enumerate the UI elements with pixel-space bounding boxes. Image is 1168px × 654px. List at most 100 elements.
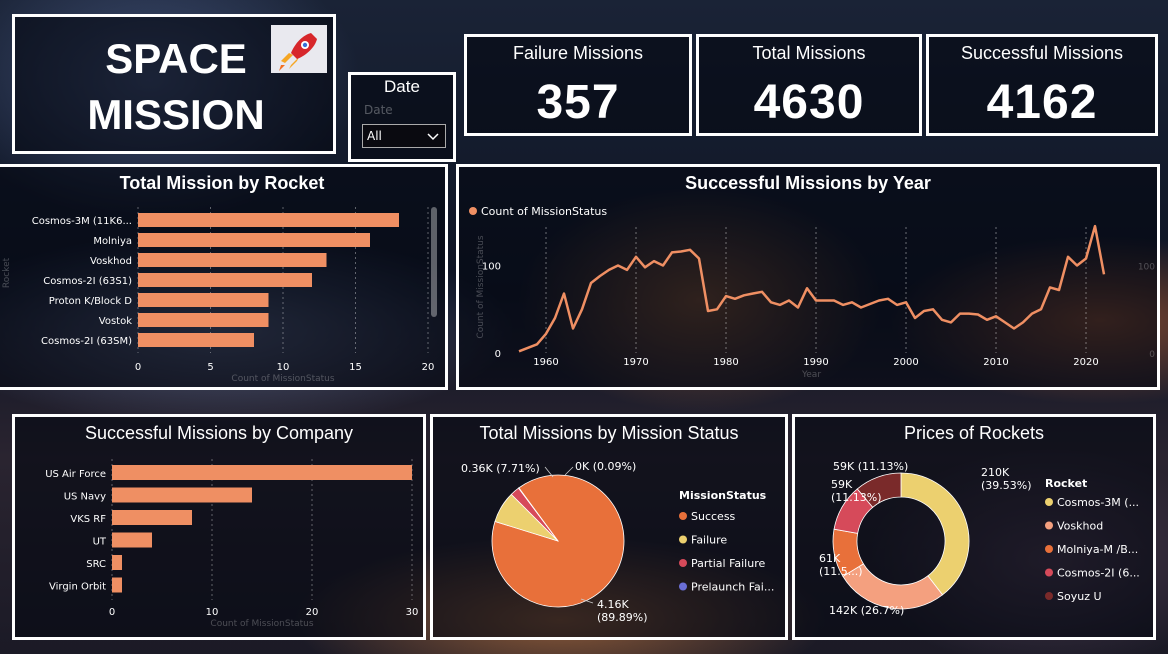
legend-marker xyxy=(679,582,687,591)
x-tick-label: 0 xyxy=(109,607,115,618)
legend-marker xyxy=(1045,498,1053,506)
x-axis-title: Year xyxy=(801,370,821,380)
y-tick-label: Voskhod xyxy=(90,256,132,267)
bar xyxy=(138,293,269,307)
legend-label: Soyuz U xyxy=(1057,590,1102,603)
legend-label: Success xyxy=(691,510,736,523)
bar xyxy=(138,213,399,227)
legend-label: Voskhod xyxy=(1057,520,1103,533)
donut-slice xyxy=(900,472,970,596)
y-axis-title: Count of MissionStatus xyxy=(476,235,486,338)
legend-marker xyxy=(679,559,687,567)
rocket-icon xyxy=(271,25,327,73)
company-bar-chart[interactable]: 0 10 20 30 US Air Force US Navy VKS RF UT SRC Vir… xyxy=(15,417,429,643)
card-title: Total Missions xyxy=(752,43,866,63)
dashboard-title-line2: MISSION xyxy=(87,91,265,138)
slicer-label: Date xyxy=(364,103,393,117)
rocket-bar-chart[interactable]: 0 5 10 15 20 Cosmos-3M (11K6... Molniya Voskhod… xyxy=(0,167,451,393)
y-tick-label: SRC xyxy=(86,559,106,570)
year-line-chart[interactable]: 1960 1970 1980 1990 2000 2010 20200 0100 100Coun… xyxy=(459,167,1163,393)
x-axis-title: Count of MissionStatus xyxy=(210,619,313,629)
y-tick-label: Cosmos-3M (11K6... xyxy=(32,216,132,227)
legend-title: Rocket xyxy=(1045,477,1087,490)
card-value: 4162 xyxy=(986,76,1098,129)
y-tick-label: VKS RF xyxy=(70,514,106,525)
bar xyxy=(138,313,269,327)
legend-label: Partial Failure xyxy=(691,557,765,570)
slicer-title: Date xyxy=(384,77,420,96)
y-tick-label: Molniya xyxy=(93,236,132,247)
x-tick-label: 10 xyxy=(277,362,290,373)
card-value: 4630 xyxy=(753,76,865,129)
card-total-missions: Total Missions 4630 xyxy=(696,34,922,136)
bar xyxy=(138,233,370,247)
card-failure-missions: Failure Missions 357 xyxy=(464,34,692,136)
x-tick-label: 30 xyxy=(406,607,419,618)
legend-marker xyxy=(679,535,687,544)
x-tick-label: 1960 xyxy=(533,357,558,368)
x-tick-label: 1970 xyxy=(623,357,648,368)
card-value: 357 xyxy=(536,76,620,129)
date-slicer: Date Date All xyxy=(348,72,456,162)
y-tick-label: Cosmos-2I (63SM) xyxy=(41,336,132,347)
bar xyxy=(112,510,192,525)
legend-label: Molniya-M /B... xyxy=(1057,543,1138,556)
prices-donut-chart[interactable]: 210K (39.53%)142K (26.7%)61K (11.5...)59K(… xyxy=(795,417,1159,643)
leader-line xyxy=(564,466,574,476)
y-tick-label: Vostok xyxy=(99,316,132,327)
bar xyxy=(112,465,412,480)
legend-marker xyxy=(1045,568,1053,577)
bar xyxy=(112,555,122,570)
bar xyxy=(112,577,122,593)
legend-label: Count of MissionStatus xyxy=(481,205,607,218)
y-tick-label: US Navy xyxy=(64,492,106,503)
x-tick-label: 20 xyxy=(422,362,435,373)
bar xyxy=(138,273,312,287)
legend-marker xyxy=(1045,521,1053,530)
status-pie-chart[interactable]: 0.36K (7.71%) 0K (0.09%) 4.16K (89.89%) Miss… xyxy=(433,417,791,643)
date-dropdown[interactable]: All xyxy=(362,124,446,148)
y-tick-label: Virgin Orbit xyxy=(49,582,106,593)
x-tick-label: 5 xyxy=(207,362,213,373)
x-axis-title: Count of MissionStatus xyxy=(231,374,334,384)
y-tick-label: Proton K/Block D xyxy=(49,296,133,307)
card-successful-missions: Successful Missions 4162 xyxy=(926,34,1158,136)
legend-label: Cosmos-2I (6... xyxy=(1057,567,1140,580)
scrollbar[interactable] xyxy=(431,207,437,317)
chart-prices-panel: Prices of Rockets 210K (39.53%) 142K (26.7… xyxy=(792,414,1156,640)
x-tick-label: 20 xyxy=(306,607,319,618)
series-line xyxy=(518,224,1106,353)
card-title: Successful Missions xyxy=(960,43,1124,63)
chart-company-panel: Successful Missions by Company 0 10 20 30 US… xyxy=(12,414,426,640)
legend-label: Failure xyxy=(691,534,727,547)
legend-label: Prelaunch Fai... xyxy=(691,581,774,594)
chart-year-panel: Successful Missions by Year 1960 1970 1980… xyxy=(456,164,1160,390)
bar xyxy=(138,253,327,267)
legend-marker xyxy=(1045,592,1053,600)
x-tick-label: 2010 xyxy=(983,357,1008,368)
title-panel: SPACE MISSION xyxy=(12,14,336,154)
card-title: Failure Missions xyxy=(512,43,644,63)
data-label: 59K (11.13%) xyxy=(833,460,908,473)
bar xyxy=(138,333,254,347)
legend-marker xyxy=(469,207,477,215)
x-tick-label: 1980 xyxy=(713,357,738,368)
x-tick-label: 10 xyxy=(206,607,219,618)
legend-marker xyxy=(679,512,687,520)
y-axis-title: Rocket xyxy=(2,257,12,288)
legend-title: MissionStatus xyxy=(679,489,767,502)
y2-tick-label: 0 xyxy=(1149,350,1155,360)
chart-status-panel: Total Missions by Mission Status 0.36K (… xyxy=(430,414,788,640)
data-label: 0.36K (7.71%) xyxy=(461,462,540,475)
x-tick-label: 2020 xyxy=(1073,357,1098,368)
x-tick-label: 2000 xyxy=(893,357,918,368)
bar xyxy=(112,487,252,503)
data-label: 210K (39.53%) xyxy=(981,466,1032,492)
legend-marker xyxy=(1045,545,1053,553)
data-label: 4.16K (89.89%) xyxy=(597,598,648,624)
y-tick-label: UT xyxy=(93,537,107,548)
y2-tick-label: 100 xyxy=(1138,263,1155,273)
chart-rocket-panel: Total Mission by Rocket 0 5 10 15 20 Cosmos-3… xyxy=(0,164,448,390)
bar xyxy=(112,532,152,548)
y-tick-label: 0 xyxy=(495,349,501,360)
